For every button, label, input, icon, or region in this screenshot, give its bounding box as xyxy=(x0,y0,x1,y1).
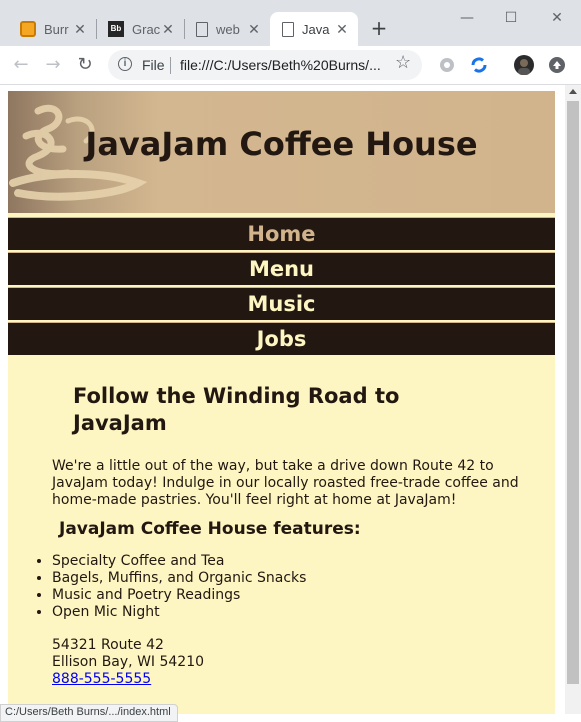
back-arrow-icon[interactable]: ← xyxy=(10,54,32,76)
close-icon[interactable]: ✕ xyxy=(246,21,262,38)
scroll-up-arrow-icon[interactable] xyxy=(569,89,577,94)
tab-label: Grac xyxy=(132,21,160,37)
page-viewport: JavaJam Coffee House Home Menu Music Job… xyxy=(0,85,565,714)
nav-home[interactable]: Home xyxy=(8,217,555,250)
features-heading: JavaJam Coffee House features: xyxy=(59,519,361,539)
blackboard-icon: Bb xyxy=(108,21,124,37)
maximize-button[interactable]: ☐ xyxy=(496,6,526,30)
tab-grac[interactable]: Bb Grac ✕ xyxy=(96,12,184,46)
tab-web[interactable]: web ✕ xyxy=(184,12,270,46)
intro-paragraph: We're a little out of the way, but take … xyxy=(52,458,519,508)
page-tagline: Follow the Winding Road to JavaJam xyxy=(73,384,400,435)
window-close-button[interactable]: ✕ xyxy=(542,6,572,30)
close-icon[interactable]: ✕ xyxy=(160,21,176,38)
update-icon[interactable] xyxy=(546,54,568,76)
minimize-button[interactable]: — xyxy=(452,6,482,30)
list-item: Open Mic Night xyxy=(52,604,306,621)
list-item: Specialty Coffee and Tea xyxy=(52,553,306,570)
tab-label: web xyxy=(216,21,240,37)
reload-icon[interactable]: ↻ xyxy=(74,54,96,76)
extension-icon[interactable] xyxy=(436,54,458,76)
close-icon[interactable]: ✕ xyxy=(334,21,350,38)
tab-java[interactable]: Java ✕ xyxy=(270,12,358,46)
nav-menu[interactable]: Menu xyxy=(8,252,555,285)
sync-icon[interactable] xyxy=(468,54,490,76)
url-text[interactable]: file:///C:/Users/Beth%20Burns/... xyxy=(180,57,385,73)
address-city: Ellison Bay, WI 54210 xyxy=(52,654,205,670)
feature-list: Specialty Coffee and Tea Bagels, Muffins… xyxy=(12,553,306,621)
info-icon[interactable]: i xyxy=(118,57,132,71)
tab-label: Burr xyxy=(44,21,69,37)
tab-label: Java xyxy=(302,21,330,37)
orange-app-icon xyxy=(20,21,36,37)
address-bar[interactable]: i File file:///C:/Users/Beth%20Burns/...… xyxy=(108,50,422,80)
browser-toolbar: ← → ↻ i File file:///C:/Users/Beth%20Bur… xyxy=(0,46,581,85)
omnibox-divider xyxy=(170,57,171,74)
site-header: JavaJam Coffee House xyxy=(8,91,555,213)
status-bar-url: C:/Users/Beth Burns/.../index.html xyxy=(0,704,178,722)
nav-jobs[interactable]: Jobs xyxy=(8,322,555,355)
address-street: 54321 Route 42 xyxy=(52,637,164,653)
phone-link[interactable]: 888-555-5555 xyxy=(52,671,151,687)
list-item: Bagels, Muffins, and Organic Snacks xyxy=(52,570,306,587)
tab-strip: Burr ✕ Bb Grac ✕ web ✕ Java ✕ + — ☐ ✕ xyxy=(0,0,581,46)
scrollbar-thumb[interactable] xyxy=(567,101,579,684)
tab-burr[interactable]: Burr ✕ xyxy=(8,12,96,46)
close-icon[interactable]: ✕ xyxy=(72,21,88,38)
bookmark-star-icon[interactable]: ☆ xyxy=(395,52,411,73)
new-tab-button[interactable]: + xyxy=(368,17,390,39)
list-item: Music and Poetry Readings xyxy=(52,587,306,604)
forward-arrow-icon[interactable]: → xyxy=(42,54,64,76)
page-wrapper: JavaJam Coffee House Home Menu Music Job… xyxy=(8,91,555,714)
vertical-scrollbar[interactable] xyxy=(565,85,581,714)
scheme-label: File xyxy=(142,57,165,73)
site-title: JavaJam Coffee House xyxy=(85,125,478,163)
document-icon xyxy=(196,21,208,37)
nav-music[interactable]: Music xyxy=(8,287,555,320)
contact-address: 54321 Route 42 Ellison Bay, WI 54210 888… xyxy=(52,637,204,688)
profile-avatar[interactable] xyxy=(513,54,535,76)
document-icon xyxy=(282,21,294,37)
main-nav: Home Menu Music Jobs xyxy=(8,217,555,357)
